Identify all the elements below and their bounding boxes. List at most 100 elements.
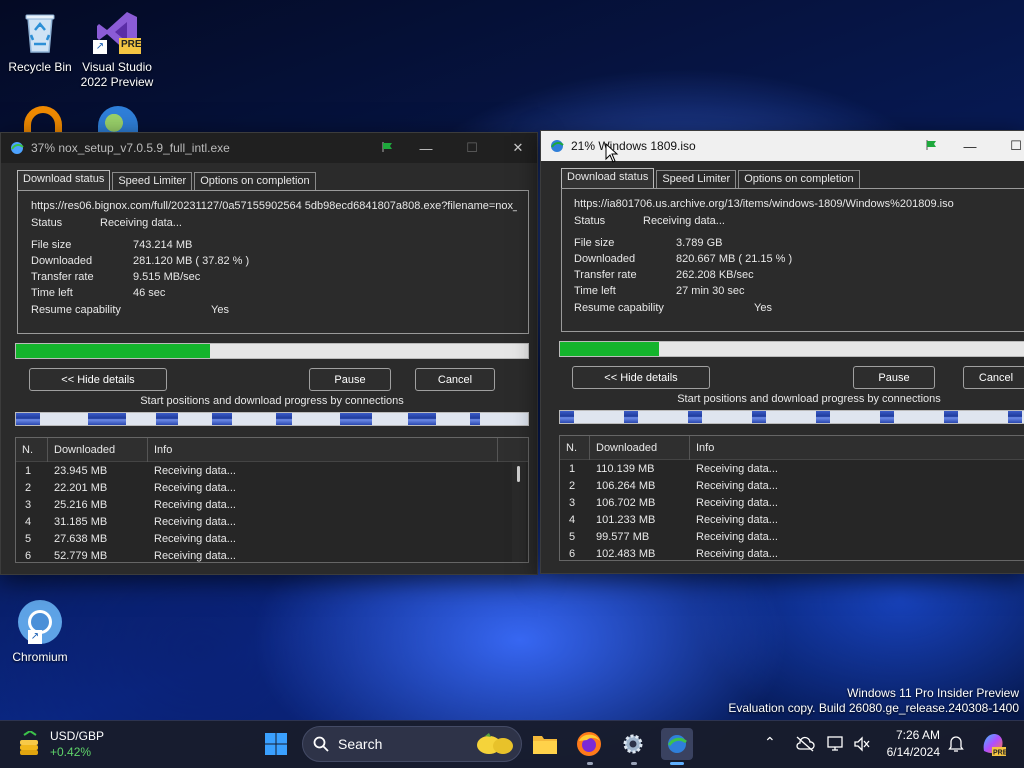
copilot-button[interactable]: PRE <box>980 731 1008 757</box>
row-number: 1 <box>25 465 32 477</box>
show-hidden-icons-button[interactable]: ⌃ <box>764 734 782 754</box>
connection-segment <box>880 411 894 423</box>
search-placeholder: Search <box>338 736 383 752</box>
download-window-nox: 37% nox_setup_v7.0.5.9_full_intl.exe — ☐… <box>0 132 538 575</box>
minimize-button[interactable]: — <box>947 131 993 161</box>
connection-segment <box>156 413 178 425</box>
taskbar-file-explorer[interactable] <box>529 728 561 760</box>
row-info: Receiving data... <box>154 516 236 528</box>
gear-icon <box>623 734 643 754</box>
clock-time[interactable]: 7:26 AM <box>876 728 940 742</box>
column-header-number[interactable]: N. <box>560 436 590 460</box>
row-info: Receiving data... <box>696 480 778 492</box>
maximize-button[interactable]: ☐ <box>449 133 495 163</box>
file-explorer-icon <box>533 736 557 754</box>
window-title: 21% Windows 1809.iso <box>571 139 696 153</box>
row-downloaded: 106.702 MB <box>596 497 656 509</box>
taskbar-search-box[interactable]: Search <box>302 726 522 762</box>
transfer-rate-label: Transfer rate <box>31 271 94 283</box>
tab-options-on-completion[interactable]: Options on completion <box>194 172 316 190</box>
start-button[interactable] <box>260 728 292 760</box>
connections-caption: Start positions and download progress by… <box>677 393 941 405</box>
idm-app-icon <box>11 142 24 154</box>
row-number: 5 <box>25 533 32 545</box>
chromium-icon: ↗ <box>16 598 64 646</box>
widget-value: +0.42% <box>50 745 92 759</box>
resume-capability-label: Resume capability <box>574 302 664 314</box>
minimize-button[interactable]: — <box>403 133 449 163</box>
cancel-button[interactable]: Cancel <box>415 368 495 391</box>
status-value: Receiving data... <box>100 217 182 229</box>
connection-segment <box>624 411 638 423</box>
connection-segment <box>16 413 40 425</box>
currency-coins-icon <box>20 731 38 755</box>
download-progress-bar <box>15 343 529 359</box>
download-progress-fill <box>16 344 210 358</box>
running-indicator <box>587 762 593 765</box>
vertical-scrollbar[interactable] <box>512 462 526 562</box>
column-header-downloaded[interactable]: Downloaded <box>590 436 690 460</box>
pause-button[interactable]: Pause <box>853 366 935 389</box>
desktop-icon-chromium[interactable]: ↗ Chromium <box>0 598 80 665</box>
row-info: Receiving data... <box>696 497 778 509</box>
download-progress-fill <box>560 342 660 356</box>
status-label: Status <box>574 215 606 227</box>
transfer-rate-value: 9.515 MB/sec <box>133 271 201 283</box>
partial-desktop-icon-globe[interactable] <box>98 106 138 134</box>
clock-date[interactable]: 6/14/2024 <box>876 745 940 759</box>
row-info: Receiving data... <box>696 463 778 475</box>
close-button[interactable]: ✕ <box>495 133 537 163</box>
copilot-icon: PRE <box>983 734 1008 757</box>
column-header-number[interactable]: N. <box>16 438 48 462</box>
cancel-button[interactable]: Cancel <box>963 366 1024 389</box>
taskbar-firefox[interactable] <box>573 728 605 760</box>
volume-muted-icon[interactable] <box>853 736 871 752</box>
time-left-value: 27 min 30 sec <box>676 285 745 297</box>
connections-progress-bar <box>559 410 1024 424</box>
resume-capability-value: Yes <box>211 304 229 316</box>
maximize-button[interactable]: ☐ <box>993 131 1024 161</box>
resume-capability-label: Resume capability <box>31 304 121 316</box>
windows-logo-icon <box>265 733 287 755</box>
notification-bell-icon[interactable] <box>948 735 964 753</box>
row-number: 2 <box>25 482 32 494</box>
column-header-info[interactable]: Info <box>148 438 498 462</box>
shortcut-arrow-icon: ↗ <box>28 630 42 644</box>
tab-speed-limiter[interactable]: Speed Limiter <box>656 170 737 188</box>
network-display-icon[interactable] <box>827 736 845 752</box>
tab-speed-limiter[interactable]: Speed Limiter <box>112 172 193 190</box>
row-number: 2 <box>569 480 576 492</box>
hide-details-button[interactable]: << Hide details <box>29 368 167 391</box>
search-icon <box>313 736 329 752</box>
transfer-rate-value: 262.208 KB/sec <box>676 269 754 281</box>
column-header-info[interactable]: Info <box>690 436 1024 460</box>
connection-segment <box>276 413 292 425</box>
file-size-value: 743.214 MB <box>133 239 193 251</box>
taskbar-download-manager[interactable] <box>661 728 693 760</box>
title-bar[interactable]: 37% nox_setup_v7.0.5.9_full_intl.exe — ☐… <box>1 133 537 163</box>
widget-title: USD/GBP <box>50 729 105 743</box>
tab-options-on-completion[interactable]: Options on completion <box>738 170 860 188</box>
widgets-button[interactable]: USD/GBP +0.42% <box>14 726 114 764</box>
connection-segment <box>340 413 372 425</box>
row-info: Receiving data... <box>154 499 236 511</box>
scrollbar-thumb[interactable] <box>517 466 520 482</box>
row-info: Receiving data... <box>154 533 236 545</box>
column-header-downloaded[interactable]: Downloaded <box>48 438 148 462</box>
row-downloaded: 25.216 MB <box>54 499 108 511</box>
download-status-panel: https://ia801706.us.archive.org/13/items… <box>561 188 1024 332</box>
tab-download-status[interactable]: Download status <box>561 168 655 188</box>
row-info: Receiving data... <box>154 465 236 477</box>
desktop-icon-visual-studio[interactable]: PRE ↗ Visual Studio 2022 Preview <box>77 8 157 90</box>
taskbar-settings[interactable] <box>617 728 649 760</box>
hide-details-button[interactable]: << Hide details <box>572 366 710 389</box>
build-watermark-line1: Windows 11 Pro Insider Preview <box>847 686 1019 700</box>
connection-segment <box>560 411 574 423</box>
cloud-offline-icon[interactable] <box>795 736 815 752</box>
row-downloaded: 99.577 MB <box>596 531 650 543</box>
firefox-icon <box>577 732 601 756</box>
desktop-icon-recycle-bin[interactable]: Recycle Bin <box>0 8 80 75</box>
tab-download-status[interactable]: Download status <box>17 170 111 190</box>
pause-button[interactable]: Pause <box>309 368 391 391</box>
row-number: 5 <box>569 531 576 543</box>
